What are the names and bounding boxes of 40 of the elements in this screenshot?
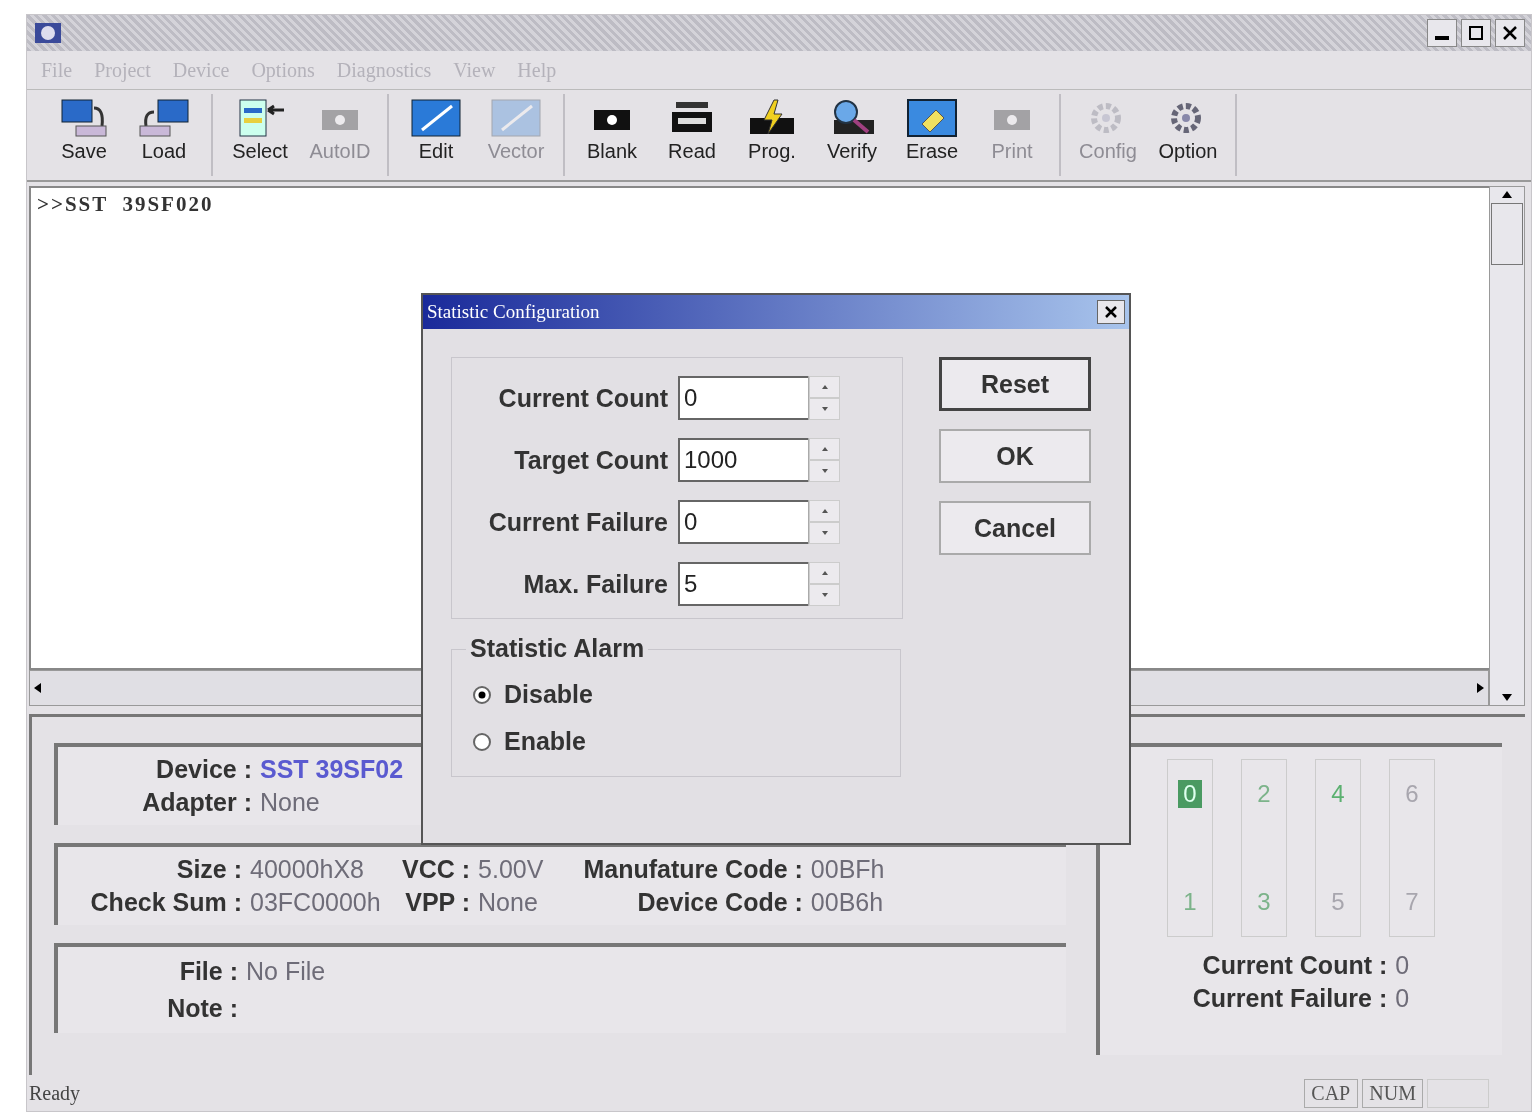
status-indicator: CAP <box>1304 1078 1359 1108</box>
status-indicator: NUM <box>1362 1078 1423 1108</box>
field-value: 00BFh <box>810 855 885 884</box>
field-label: Manufature Code : <box>583 855 803 884</box>
socket-number: 7 <box>1404 888 1420 916</box>
field-value: None <box>260 788 321 817</box>
socket-number: 3 <box>1256 888 1272 916</box>
field-label: Device Code : <box>636 888 803 917</box>
field-label: Current Count <box>497 383 668 413</box>
field-label: Size : <box>175 855 242 884</box>
socket-number: 0 <box>1178 780 1202 808</box>
field-label: VPP : <box>404 888 471 917</box>
field-value: No File <box>246 957 326 986</box>
field-value: 40000hX8 <box>250 855 365 884</box>
field-value: 5.00V <box>478 855 544 884</box>
dialog-title: Statistic Configuration <box>427 301 600 323</box>
field-label: Adapter : <box>141 788 252 817</box>
field-label: Note : <box>166 994 238 1023</box>
status-message: Ready <box>29 1081 81 1105</box>
field-value: 0 <box>1395 984 1410 1013</box>
field-label: VCC : <box>402 855 471 884</box>
field-label: Target Count <box>513 445 668 475</box>
field-label: Current Failure : <box>1192 984 1388 1013</box>
socket-number: 4 <box>1330 780 1346 808</box>
field-value: SST 39SF02 <box>260 755 404 784</box>
field-label: Current Count : <box>1201 951 1388 980</box>
log-line: >>SST 39SF020 <box>37 192 215 217</box>
field-value: 03FC0000h <box>250 888 381 917</box>
field-label: Device : <box>155 755 252 784</box>
socket-number: 5 <box>1330 888 1346 916</box>
socket-number: 1 <box>1182 888 1198 916</box>
field-value: 00B6h <box>810 888 885 917</box>
socket-number: 2 <box>1256 780 1272 808</box>
field-value: None <box>478 888 539 917</box>
field-value: 0 <box>1395 951 1410 980</box>
field-label: Current Failure <box>487 507 668 537</box>
field-label: File : <box>178 957 238 986</box>
field-label: Max. Failure <box>522 569 668 599</box>
field-label: Check Sum : <box>89 888 242 917</box>
socket-number: 6 <box>1404 780 1420 808</box>
